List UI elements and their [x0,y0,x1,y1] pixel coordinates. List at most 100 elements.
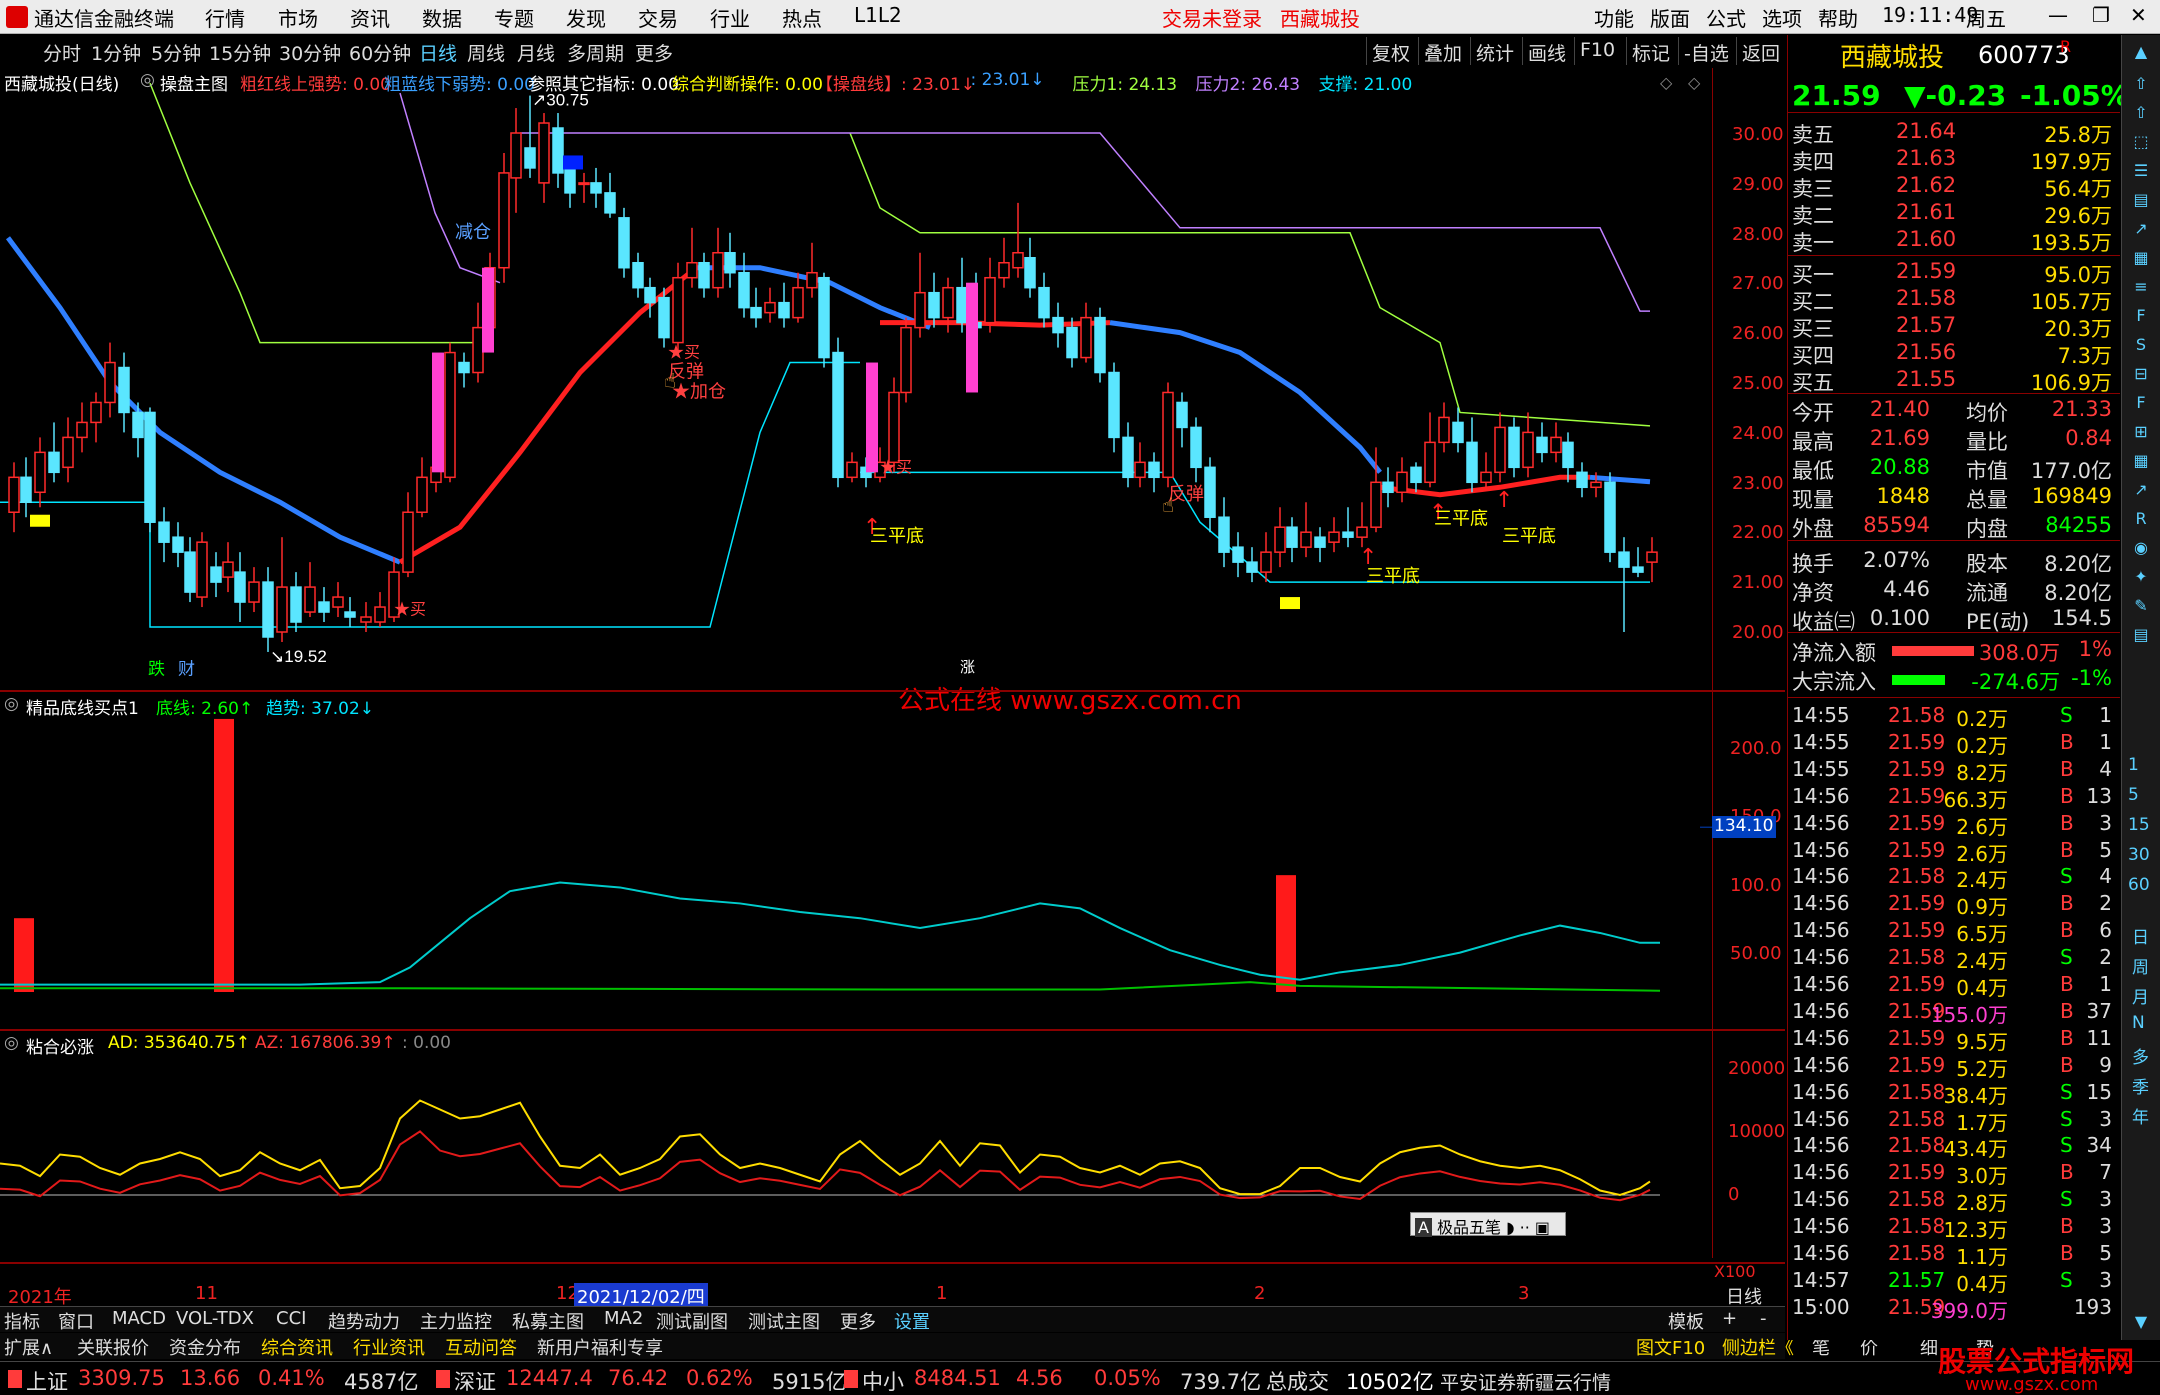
ask-row[interactable]: 卖四 21.63 197.9万 [1788,146,2120,175]
sidebar-tool-icon[interactable]: R [2128,506,2154,532]
sidebar-tool-icon[interactable]: ⊟ [2128,361,2154,387]
tab-6[interactable]: 主力监控 [420,1308,492,1334]
tab-minus[interactable]: - [1760,1308,1767,1329]
sidebar-tool-icon[interactable]: ↗ [2128,477,2154,503]
tab-7[interactable]: 私募主图 [512,1308,584,1334]
info-tab-0[interactable]: 扩展∧ [4,1334,53,1360]
sidebar-tool-icon[interactable]: ☰ [2128,158,2154,184]
bid-row[interactable]: 买二 21.58 105.7万 [1788,286,2120,315]
tab-0[interactable]: 指标 [4,1308,40,1334]
login-status[interactable]: 交易未登录 [1162,3,1262,32]
tab-1[interactable]: 窗口 [58,1308,94,1334]
sidebar-tool-icon[interactable]: ⇧ [2128,71,2154,97]
sidebar-tool-icon[interactable]: F [2128,390,2154,416]
tf-weekly[interactable]: 周线 [462,37,510,65]
sidebar-tool-icon[interactable]: ✎ [2128,593,2154,619]
tf-1min[interactable]: 1分钟 [86,37,146,65]
sidebar-tool-icon[interactable]: ↗ [2128,216,2154,242]
sidebar-cycle-0[interactable]: 日 [2132,923,2149,948]
legend-indicator[interactable]: 操盘主图 [160,70,228,95]
menu-热点[interactable]: 热点 [782,3,822,32]
menu-行业[interactable]: 行业 [710,3,750,32]
ask-row[interactable]: 卖三 21.62 56.4万 [1788,173,2120,202]
tab-8[interactable]: MA2 [604,1308,643,1329]
tab-9[interactable]: 测试副图 [656,1308,728,1334]
tab-2[interactable]: MACD [112,1308,166,1329]
menu-专题[interactable]: 专题 [494,3,534,32]
tool-返回[interactable]: 返回 [1736,37,1785,65]
info-tab-6[interactable]: 新用户福利专享 [537,1334,663,1360]
main-kline-chart[interactable]: ↑↑↑ ↑↗30.75↘19.52减仓★买反弹★加仓三平底反弹三平底三平底三平底★… [0,68,1712,690]
sidebar-down-icon[interactable]: ▼ [2128,1309,2154,1335]
menu-选项[interactable]: 选项 [1762,3,1802,32]
info-tab-3[interactable]: 综合资讯 [261,1334,333,1360]
info-tab-2[interactable]: 资金分布 [169,1334,241,1360]
tool-统计[interactable]: 统计 [1470,37,1519,65]
tool-叠加[interactable]: 叠加 [1418,37,1467,65]
bid-row[interactable]: 买一 21.59 95.0万 [1788,259,2120,288]
ask-row[interactable]: 卖一 21.60 193.5万 [1788,227,2120,256]
sidebar-cycle-4[interactable]: 多 [2132,1043,2149,1068]
menu-行情[interactable]: 行情 [205,3,245,32]
sub2-name[interactable]: 粘合必涨 [26,1033,94,1058]
tf-15min[interactable]: 15分钟 [204,37,276,65]
tab-template[interactable]: 模板 [1668,1308,1704,1334]
sidebar-tool-icon[interactable]: ▤ [2128,622,2154,648]
menu-数据[interactable]: 数据 [422,3,462,32]
info-tab-4[interactable]: 行业资讯 [353,1334,425,1360]
info-right-0[interactable]: 图文F10 [1636,1334,1705,1360]
menu-发现[interactable]: 发现 [566,3,606,32]
menu-功能[interactable]: 功能 [1594,3,1634,32]
sidebar-cycle-6[interactable]: 年 [2132,1103,2149,1128]
sidebar-cycle-3[interactable]: N [2132,1013,2145,1033]
minimize-icon[interactable]: — [2048,3,2068,27]
tab-plus[interactable]: + [1722,1308,1737,1329]
menu-公式[interactable]: 公式 [1706,3,1746,32]
tab-11[interactable]: 更多 [840,1308,876,1334]
sidebar-period-5[interactable]: 5 [2128,785,2139,805]
tab-12[interactable]: 设置 [894,1308,930,1334]
ask-row[interactable]: 卖二 21.61 29.6万 [1788,200,2120,229]
info-tab-5[interactable]: 互动问答 [445,1334,517,1360]
sidebar-tool-icon[interactable]: F [2128,303,2154,329]
tf-monthly[interactable]: 月线 [512,37,560,65]
menu-市场[interactable]: 市场 [278,3,318,32]
sidebar-period-30[interactable]: 30 [2128,845,2150,865]
bid-row[interactable]: 买四 21.56 7.3万 [1788,340,2120,369]
sidebar-tool-icon[interactable]: ▦ [2128,245,2154,271]
sidebar-tool-icon[interactable]: ≡ [2128,274,2154,300]
sidebar-tool-icon[interactable]: ⊞ [2128,419,2154,445]
tf-daily[interactable]: 日线 [414,37,462,65]
sidebar-period-15[interactable]: 15 [2128,815,2150,835]
menu-资讯[interactable]: 资讯 [350,3,390,32]
tf-30min[interactable]: 30分钟 [274,37,346,65]
sidebar-tool-icon[interactable]: ⇧ [2128,100,2154,126]
tf-multi[interactable]: 多周期 [562,37,629,65]
index-name[interactable]: 上证 [26,1366,68,1395]
sub1-chart[interactable] [0,692,1712,1029]
sidebar-tool-icon[interactable]: ◉ [2128,535,2154,561]
sidebar-up-icon[interactable]: ▲ [2128,39,2154,65]
sidebar-cycle-2[interactable]: 月 [2132,983,2149,1008]
close-icon[interactable]: ✕ [2130,3,2147,27]
ask-row[interactable]: 卖五 21.64 25.8万 [1788,119,2120,148]
index-name[interactable]: 深证 [454,1366,496,1395]
restore-icon[interactable]: ❐ [2092,3,2110,27]
menu-版面[interactable]: 版面 [1650,3,1690,32]
sub1-name[interactable]: 精品底线买点1 [26,694,139,719]
index-name[interactable]: 中小 [862,1366,904,1395]
sidebar-tool-icon[interactable]: ▦ [2128,448,2154,474]
tool-画线[interactable]: 画线 [1522,37,1571,65]
sidebar-period-1[interactable]: 1 [2128,755,2139,775]
sidebar-tool-icon[interactable]: ▤ [2128,187,2154,213]
info-right-1[interactable]: 侧边栏《 [1722,1334,1794,1360]
bid-row[interactable]: 买五 21.55 106.9万 [1788,367,2120,396]
sidebar-period-60[interactable]: 60 [2128,875,2150,895]
info-tab-1[interactable]: 关联报价 [77,1334,149,1360]
sidebar-tool-icon[interactable]: ✦ [2128,564,2154,590]
tool-标记[interactable]: 标记 [1626,37,1675,65]
tool-自选[interactable]: -自选 [1678,37,1734,65]
sidebar-tool-icon[interactable]: ⬚ [2128,129,2154,155]
menu-交易[interactable]: 交易 [638,3,678,32]
tab-4[interactable]: CCI [276,1308,306,1329]
